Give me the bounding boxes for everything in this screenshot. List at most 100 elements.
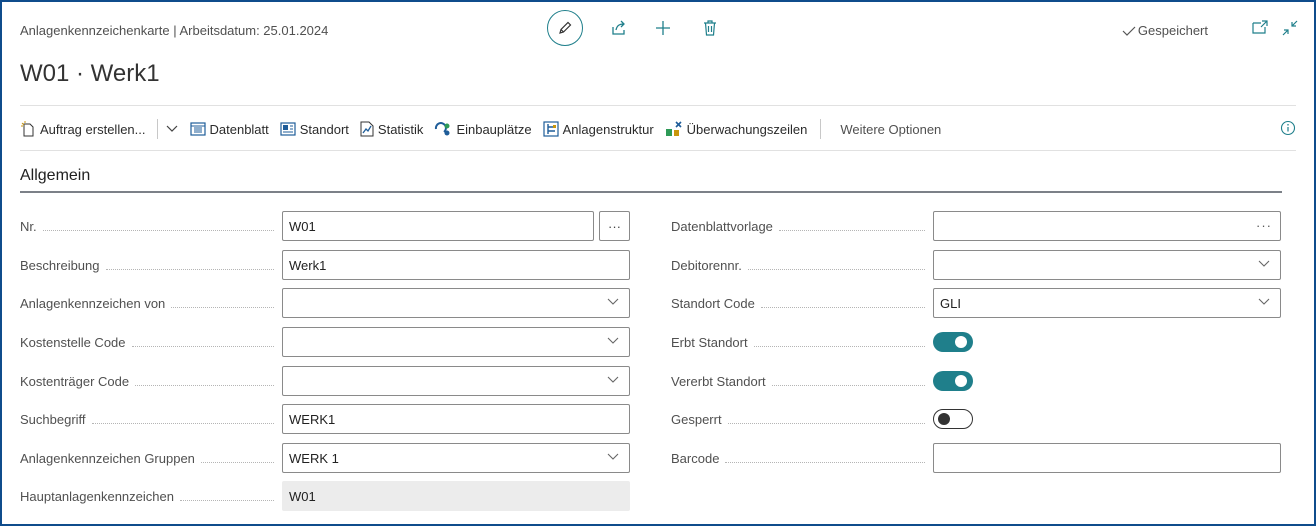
field-kostenstelle: Kostenstelle Code bbox=[20, 327, 630, 357]
chevron-down-icon bbox=[166, 125, 177, 132]
field-label: Debitorennr. bbox=[671, 258, 933, 273]
saved-status: Gespeichert bbox=[1122, 23, 1208, 38]
monitoring-action[interactable]: Überwachungszeilen bbox=[665, 121, 808, 137]
field-label: Anlagenkennzeichen von bbox=[20, 296, 282, 311]
field-barcode: Barcode bbox=[671, 443, 1281, 473]
divider bbox=[20, 150, 1296, 151]
statistics-label: Statistik bbox=[377, 121, 424, 137]
field-suchbegriff: Suchbegriff WERK1 bbox=[20, 404, 630, 434]
share-button[interactable] bbox=[610, 19, 628, 37]
divider bbox=[20, 105, 1296, 106]
description-input[interactable]: Werk1 bbox=[282, 250, 630, 280]
main-asset-value: W01 bbox=[282, 481, 630, 511]
breadcrumb: Anlagenkennzeichenkarte | Arbeitsdatum: … bbox=[20, 23, 329, 38]
section-title[interactable]: Allgemein bbox=[20, 167, 90, 185]
field-nr: Nr. W01 ··· bbox=[20, 211, 630, 241]
nr-input[interactable]: W01 bbox=[282, 211, 594, 241]
install-slots-icon bbox=[435, 122, 450, 136]
field-gesperrt: Gesperrt bbox=[671, 404, 973, 434]
field-label: Barcode bbox=[671, 451, 933, 466]
field-beschreibung: Beschreibung Werk1 bbox=[20, 250, 630, 280]
asset-group-select[interactable]: WERK 1 bbox=[282, 443, 630, 473]
field-label: Kostenträger Code bbox=[20, 374, 282, 389]
cost-center-select[interactable] bbox=[282, 327, 630, 357]
field-debitorennr: Debitorennr. bbox=[671, 250, 1281, 280]
field-label: Standort Code bbox=[671, 296, 933, 311]
field-kostentraeger: Kostenträger Code bbox=[20, 366, 630, 396]
info-button[interactable] bbox=[1280, 120, 1296, 139]
open-new-window-icon[interactable] bbox=[1252, 20, 1268, 34]
field-label: Datenblattvorlage bbox=[671, 219, 933, 234]
blocked-toggle[interactable] bbox=[933, 409, 973, 429]
new-button[interactable] bbox=[654, 19, 672, 37]
field-vererbt-standort: Vererbt Standort bbox=[671, 366, 973, 396]
collapse-icon[interactable] bbox=[1282, 20, 1298, 36]
field-anlagenkennzeichen-von: Anlagenkennzeichen von bbox=[20, 288, 630, 318]
action-bar: Auftrag erstellen... Datenblatt Standort… bbox=[20, 115, 1296, 143]
assist-edit-button[interactable]: ··· bbox=[1256, 218, 1272, 233]
location-icon bbox=[280, 122, 296, 136]
divider bbox=[156, 119, 158, 139]
delete-button[interactable] bbox=[702, 19, 718, 37]
chevron-down-icon bbox=[607, 298, 619, 305]
field-label: Nr. bbox=[20, 219, 282, 234]
chevron-down-icon bbox=[607, 376, 619, 383]
field-label: Beschreibung bbox=[20, 258, 282, 273]
barcode-input[interactable] bbox=[933, 443, 1281, 473]
structure-label: Anlagenstruktur bbox=[562, 121, 654, 137]
datasheet-template-input[interactable]: ··· bbox=[933, 211, 1281, 241]
field-label: Gesperrt bbox=[671, 412, 933, 427]
window-controls bbox=[1252, 20, 1298, 36]
location-action[interactable]: Standort bbox=[280, 122, 349, 137]
chevron-down-icon bbox=[607, 337, 619, 344]
location-label: Standort bbox=[299, 121, 349, 137]
section-underline bbox=[20, 191, 1282, 193]
pencil-icon bbox=[559, 21, 572, 34]
new-document-icon bbox=[21, 121, 34, 137]
statistics-action[interactable]: Statistik bbox=[360, 121, 424, 137]
chevron-down-icon bbox=[1258, 260, 1270, 267]
statistics-icon bbox=[360, 121, 374, 137]
location-code-select[interactable]: GLI bbox=[933, 288, 1281, 318]
more-options-button[interactable]: Weitere Optionen bbox=[840, 122, 941, 137]
divider bbox=[820, 119, 822, 139]
structure-icon bbox=[543, 121, 559, 137]
cost-unit-select[interactable] bbox=[282, 366, 630, 396]
field-label: Suchbegriff bbox=[20, 412, 282, 427]
datasheet-action[interactable]: Datenblatt bbox=[189, 121, 269, 137]
edit-button[interactable] bbox=[547, 10, 583, 46]
info-icon bbox=[1280, 120, 1296, 136]
field-standort-code: Standort Code GLI bbox=[671, 288, 1281, 318]
assist-edit-button[interactable]: ··· bbox=[599, 211, 630, 241]
customer-no-select[interactable] bbox=[933, 250, 1281, 280]
create-order-action[interactable]: Auftrag erstellen... bbox=[20, 121, 146, 137]
field-label: Erbt Standort bbox=[671, 335, 933, 350]
checkmark-icon bbox=[1122, 26, 1136, 36]
field-haupt: Hauptanlagenkennzeichen W01 bbox=[20, 481, 630, 511]
field-label: Kostenstelle Code bbox=[20, 335, 282, 350]
field-label: Anlagenkennzeichen Gruppen bbox=[20, 451, 282, 466]
datasheet-label: Datenblatt bbox=[209, 121, 269, 137]
more-create-dropdown[interactable] bbox=[166, 125, 178, 133]
field-label: Vererbt Standort bbox=[671, 374, 933, 389]
parent-asset-select[interactable] bbox=[282, 288, 630, 318]
monitoring-icon bbox=[665, 121, 682, 136]
create-order-label: Auftrag erstellen... bbox=[40, 121, 146, 137]
slots-label: Einbauplätze bbox=[456, 121, 532, 137]
saved-label: Gespeichert bbox=[1137, 23, 1208, 38]
chevron-down-icon bbox=[1258, 298, 1270, 305]
field-label: Hauptanlagenkennzeichen bbox=[20, 489, 282, 504]
plus-icon bbox=[656, 21, 670, 35]
slots-action[interactable]: Einbauplätze bbox=[434, 121, 532, 137]
structure-action[interactable]: Anlagenstruktur bbox=[543, 121, 654, 137]
field-datenblattvorlage: Datenblattvorlage ··· bbox=[671, 211, 1281, 241]
field-gruppen: Anlagenkennzeichen Gruppen WERK 1 bbox=[20, 443, 630, 473]
field-erbt-standort: Erbt Standort bbox=[671, 327, 973, 357]
card-window: Anlagenkennzeichenkarte | Arbeitsdatum: … bbox=[0, 0, 1316, 526]
chevron-down-icon bbox=[607, 453, 619, 460]
search-term-input[interactable]: WERK1 bbox=[282, 404, 630, 434]
passes-location-toggle[interactable] bbox=[933, 371, 973, 391]
header-toolbar bbox=[547, 10, 718, 46]
inherits-location-toggle[interactable] bbox=[933, 332, 973, 352]
monitoring-label: Überwachungszeilen bbox=[686, 121, 808, 137]
